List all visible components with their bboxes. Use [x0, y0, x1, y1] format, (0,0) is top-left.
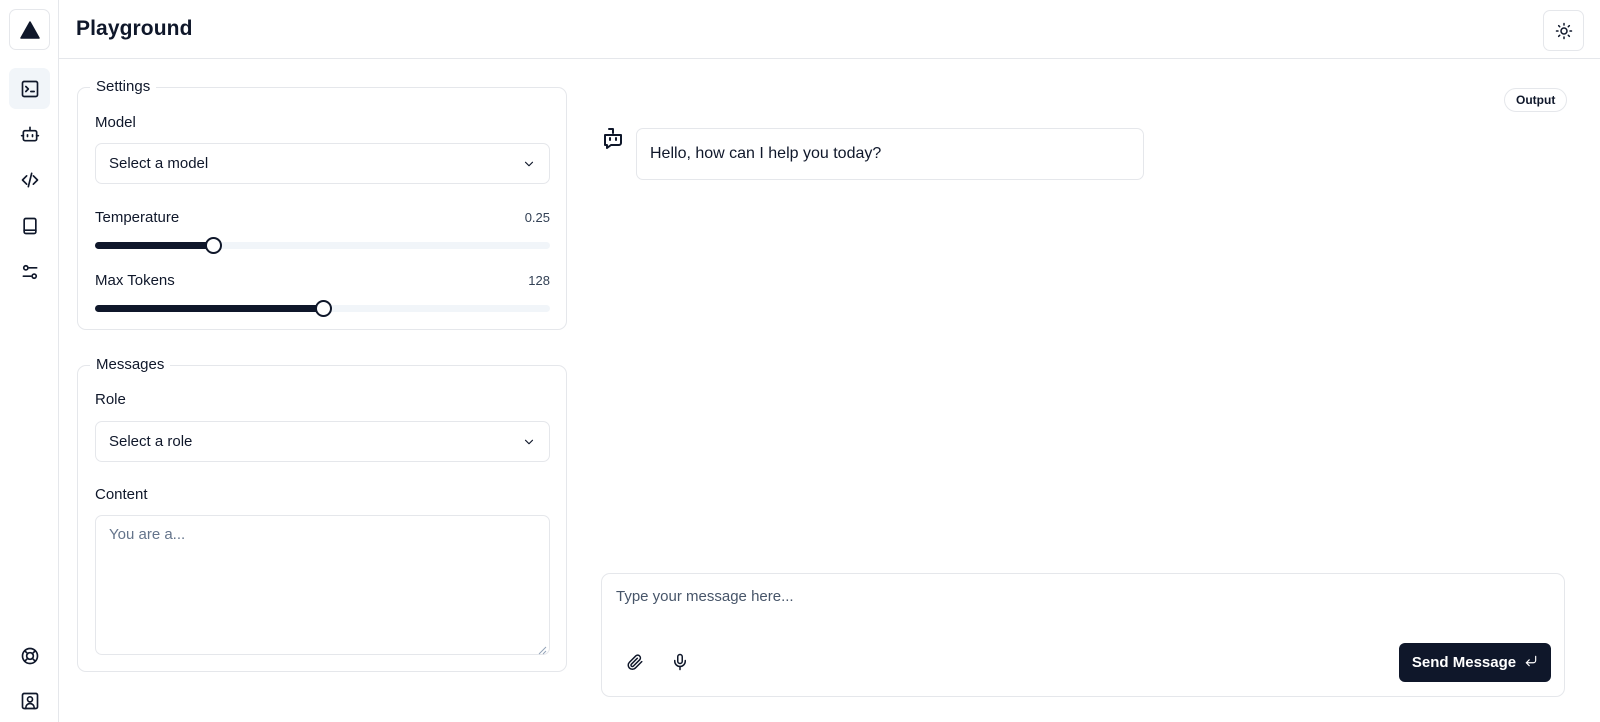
corner-down-left-icon — [1524, 654, 1538, 672]
chevron-down-icon — [522, 435, 536, 449]
role-select-value: Select a role — [109, 433, 193, 450]
resize-handle-icon[interactable] — [537, 642, 547, 655]
paperclip-icon — [626, 653, 644, 671]
model-select[interactable]: Select a model — [95, 143, 550, 184]
sliders-icon — [20, 262, 40, 282]
square-user-icon — [20, 691, 40, 711]
messages-legend: Messages — [90, 356, 171, 373]
role-select[interactable]: Select a role — [95, 421, 550, 462]
content-label: Content — [95, 486, 148, 503]
temperature-value: 0.25 — [524, 210, 550, 225]
microphone-icon — [671, 653, 689, 671]
settings-legend: Settings — [90, 78, 157, 95]
sidebar-item-help[interactable] — [9, 635, 50, 676]
content-textarea[interactable]: You are a... — [95, 515, 550, 655]
logo-button[interactable] — [9, 9, 50, 50]
max-tokens-slider[interactable] — [95, 300, 550, 317]
sidebar-item-settings[interactable] — [9, 251, 50, 292]
chevron-down-icon — [522, 157, 536, 171]
book-icon — [20, 216, 40, 236]
life-buoy-icon — [20, 646, 40, 666]
content-placeholder: You are a... — [109, 526, 186, 543]
slider-range — [95, 305, 323, 312]
temperature-slider[interactable] — [95, 237, 550, 254]
sidebar-item-documentation[interactable] — [9, 205, 50, 246]
assistant-message: Hello, how can I help you today? — [636, 128, 1144, 180]
sidebar-item-account[interactable] — [9, 680, 50, 721]
microphone-button[interactable] — [663, 645, 697, 679]
model-label: Model — [95, 114, 136, 131]
model-select-value: Select a model — [109, 155, 209, 172]
attach-button[interactable] — [618, 645, 652, 679]
role-label: Role — [95, 391, 126, 408]
send-message-label: Send Message — [1411, 654, 1517, 671]
header: Playground — [59, 0, 1600, 59]
messages-fieldset: Messages Role Select a role Content You … — [77, 356, 567, 672]
sidebar-item-models[interactable] — [9, 113, 50, 154]
slider-range — [95, 242, 213, 249]
triangle-logo-icon — [19, 20, 40, 39]
message-composer: Type your message here... Send Message — [601, 573, 1565, 697]
bot-icon — [20, 124, 40, 144]
max-tokens-value: 128 — [528, 273, 550, 288]
assistant-message-text: Hello, how can I help you today? — [650, 145, 882, 162]
slider-thumb[interactable] — [315, 300, 332, 317]
sun-icon — [1555, 22, 1573, 40]
output-badge: Output — [1504, 88, 1568, 112]
code-icon — [20, 170, 40, 190]
temperature-label: Temperature — [95, 209, 180, 226]
terminal-icon — [20, 79, 40, 99]
theme-toggle-button[interactable] — [1543, 10, 1584, 51]
sidebar — [0, 0, 59, 722]
slider-thumb[interactable] — [205, 237, 222, 254]
max-tokens-label: Max Tokens — [95, 272, 175, 289]
bot-icon — [601, 127, 625, 151]
sidebar-item-api[interactable] — [9, 159, 50, 200]
sidebar-item-terminal[interactable] — [9, 68, 50, 109]
send-message-button[interactable]: Send Message — [1399, 643, 1551, 682]
page-title: Playground — [76, 17, 193, 40]
settings-fieldset: Settings Model Select a model Temperatur… — [77, 78, 567, 330]
message-input[interactable]: Type your message here... — [616, 588, 794, 605]
